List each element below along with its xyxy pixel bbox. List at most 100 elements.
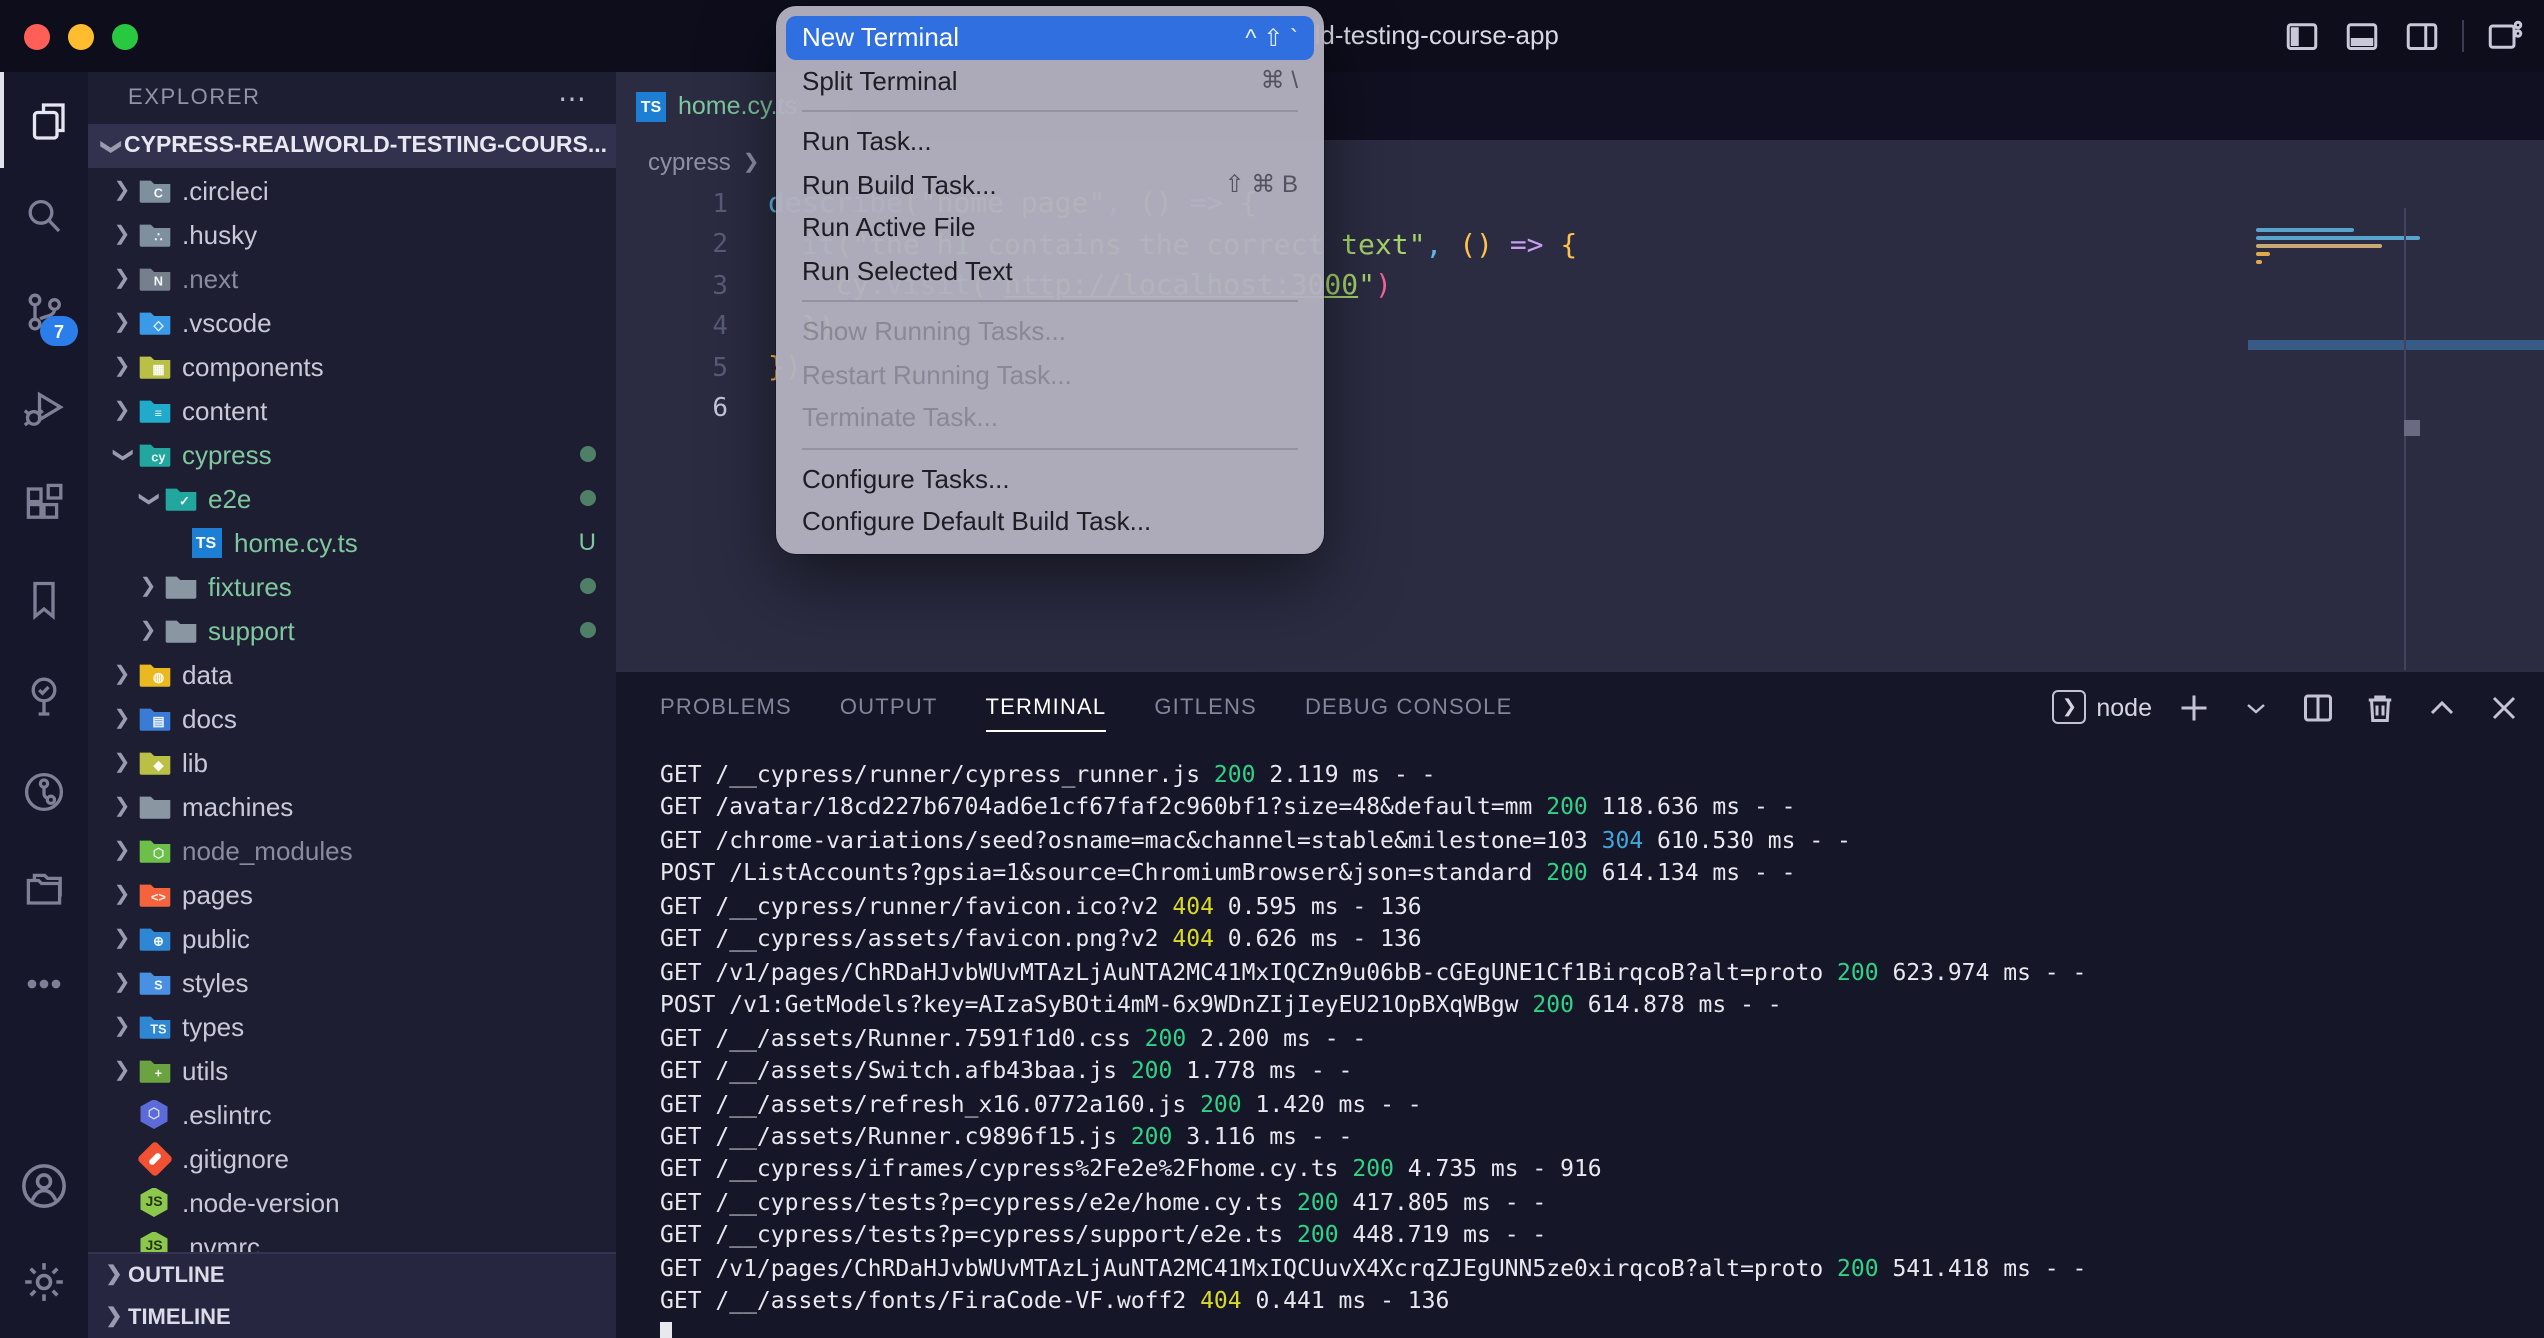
tree-item-types[interactable]: TStypes <box>88 1004 616 1048</box>
tree-item-home-cy-ts[interactable]: TShome.cy.tsU <box>88 520 616 564</box>
explorer-icon[interactable] <box>0 72 92 168</box>
minimize-window-button[interactable] <box>68 23 94 49</box>
panel-tab-gitlens[interactable]: GITLENS <box>1154 672 1257 742</box>
menu-item-run-build-task[interactable]: Run Build Task...⇧ ⌘ B <box>786 163 1314 206</box>
new-terminal-icon[interactable] <box>2174 687 2214 727</box>
extensions-icon[interactable] <box>0 456 88 552</box>
tree-item-e2e[interactable]: ✓e2e <box>88 476 616 520</box>
chevron-right-icon <box>108 663 136 685</box>
tree-item--husky[interactable]: ∴.husky <box>88 212 616 256</box>
chevron-right-icon <box>108 179 136 201</box>
chevron-right-icon <box>108 223 136 245</box>
line-number: 4 <box>616 313 768 343</box>
chevron-down-icon[interactable] <box>2236 687 2276 727</box>
minimap[interactable] <box>2248 224 2544 464</box>
tree-item-support[interactable]: support <box>88 608 616 652</box>
titlebar-layout-controls <box>2282 0 2524 72</box>
active-terminal-node[interactable]: ❯node <box>2052 690 2152 724</box>
minimap-viewport[interactable] <box>2248 340 2544 350</box>
panel-controls: ❯node <box>2052 672 2524 742</box>
tree-item-public[interactable]: ⊕public <box>88 916 616 960</box>
menu-item-configure-default-build-task[interactable]: Configure Default Build Task... <box>786 500 1314 543</box>
tree-item-styles[interactable]: Sstyles <box>88 960 616 1004</box>
tree-item-content[interactable]: ≡content <box>88 388 616 432</box>
tree-item--next[interactable]: N.next <box>88 256 616 300</box>
file-tree: C.circleci∴.huskyN.next◇.vscode▦componen… <box>88 168 616 1268</box>
menu-item-split-terminal[interactable]: Split Terminal⌘ \ <box>786 59 1314 102</box>
terminal-log-line: GET /__/assets/Switch.afb43baa.js 200 1.… <box>660 1054 2544 1087</box>
menu-item-new-terminal[interactable]: New Terminal^ ⇧ ` <box>786 16 1314 59</box>
source-control-icon[interactable]: 7 <box>0 264 88 360</box>
todo-tree-icon[interactable] <box>0 648 88 744</box>
menu-item-run-selected-text[interactable]: Run Selected Text <box>786 249 1314 292</box>
minimap-line <box>2256 236 2419 240</box>
menu-item-run-active-file[interactable]: Run Active File <box>786 206 1314 249</box>
svg-text:∴: ∴ <box>153 230 161 245</box>
untracked-badge: U <box>579 528 596 556</box>
account-icon[interactable] <box>0 1138 88 1234</box>
line-number: 6 <box>616 395 768 425</box>
line-number: 3 <box>616 272 768 302</box>
breadcrumb-item-cypress[interactable]: cypress <box>648 148 731 176</box>
tree-item-fixtures[interactable]: fixtures <box>88 564 616 608</box>
tree-item-label: .node-version <box>182 1187 340 1217</box>
svg-text:◍: ◍ <box>152 670 163 685</box>
tree-item-lib[interactable]: ◆lib <box>88 740 616 784</box>
panel-tab-terminal[interactable]: TERMINAL <box>986 672 1107 742</box>
folder-icon: ≡ <box>136 394 172 426</box>
tree-item--node-version[interactable]: JS.node-version <box>88 1180 616 1224</box>
chevron-right-icon <box>108 1015 136 1037</box>
close-panel-icon[interactable] <box>2484 687 2524 727</box>
panel-tab-problems[interactable]: PROBLEMS <box>660 672 792 742</box>
split-terminal-icon[interactable] <box>2298 687 2338 727</box>
search-icon[interactable] <box>0 168 88 264</box>
tree-item-pages[interactable]: <>pages <box>88 872 616 916</box>
close-window-button[interactable] <box>24 23 50 49</box>
sidebar-title: EXPLORER <box>128 86 261 110</box>
tree-item--eslintrc[interactable]: ⬡.eslintrc <box>88 1092 616 1136</box>
menu-item-label: New Terminal <box>802 23 959 53</box>
zoom-window-button[interactable] <box>112 23 138 49</box>
tree-item-machines[interactable]: machines <box>88 784 616 828</box>
more-actions-icon[interactable] <box>0 936 88 1032</box>
menu-item-configure-tasks[interactable]: Configure Tasks... <box>786 457 1314 500</box>
customize-layout-icon[interactable] <box>2484 16 2524 56</box>
menu-item-shortcut: ⇧ ⌘ B <box>1225 171 1298 199</box>
tree-item-docs[interactable]: ▤docs <box>88 696 616 740</box>
typescript-file-icon: TS <box>636 91 666 121</box>
tree-item-components[interactable]: ▦components <box>88 344 616 388</box>
settings-gear-icon[interactable] <box>0 1234 88 1330</box>
toggle-panel-icon[interactable] <box>2342 16 2382 56</box>
tree-item--vscode[interactable]: ◇.vscode <box>88 300 616 344</box>
chevron-right-icon <box>108 883 136 905</box>
chevron-right-icon <box>108 751 136 773</box>
folders-icon[interactable] <box>0 840 88 936</box>
tree-item--circleci[interactable]: C.circleci <box>88 168 616 212</box>
panel-tab-debug-console[interactable]: DEBUG CONSOLE <box>1305 672 1513 742</box>
menu-item-label: Run Active File <box>802 213 975 243</box>
toggle-sidebar-icon[interactable] <box>2282 16 2322 56</box>
explorer-more-actions-icon[interactable]: ⋯ <box>558 81 588 115</box>
scrollbar-slider[interactable] <box>2404 420 2420 436</box>
folder-icon: TS <box>136 1010 172 1042</box>
menu-item-run-task[interactable]: Run Task... <box>786 120 1314 163</box>
tree-item--gitignore[interactable]: .gitignore <box>88 1136 616 1180</box>
gitlens-icon[interactable] <box>0 744 88 840</box>
line-number: 2 <box>616 231 768 261</box>
tree-item-data[interactable]: ◍data <box>88 652 616 696</box>
maximize-panel-icon[interactable] <box>2422 687 2462 727</box>
tree-item-node-modules[interactable]: ⬡node_modules <box>88 828 616 872</box>
run-debug-icon[interactable] <box>0 360 88 456</box>
toggle-rightbar-icon[interactable] <box>2402 16 2442 56</box>
sidebar-header: EXPLORER ⋯ <box>88 72 616 124</box>
tree-item-utils[interactable]: +utils <box>88 1048 616 1092</box>
tree-item-cypress[interactable]: cycypress <box>88 432 616 476</box>
terminal-log-line: GET /chrome-variations/seed?osname=mac&c… <box>660 824 2544 857</box>
tree-item-label: components <box>182 351 324 381</box>
tree-root-folder[interactable]: CYPRESS-REALWORLD-TESTING-COURS... <box>88 124 616 168</box>
section-timeline[interactable]: TIMELINE <box>88 1296 616 1338</box>
trash-icon[interactable] <box>2360 687 2400 727</box>
section-outline[interactable]: OUTLINE <box>88 1254 616 1296</box>
bookmarks-icon[interactable] <box>0 552 88 648</box>
panel-tab-output[interactable]: OUTPUT <box>840 672 938 742</box>
